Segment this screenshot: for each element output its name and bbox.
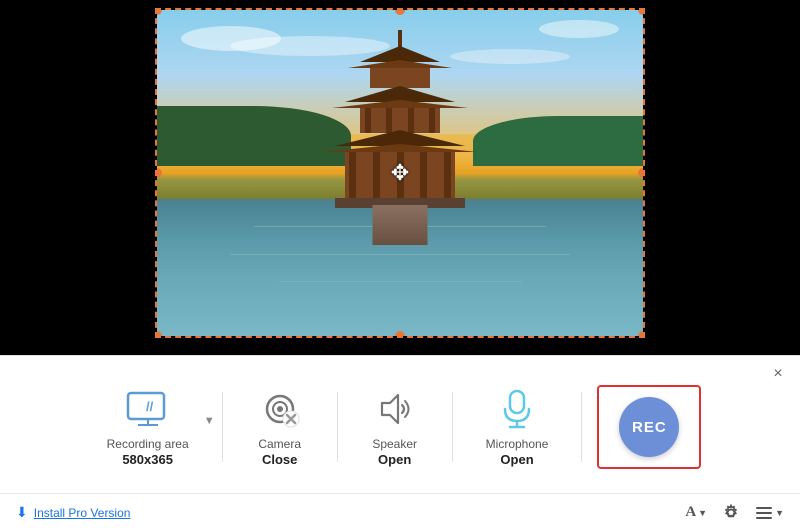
status-bar: ⬇ Install Pro Version A ▼ [0, 493, 800, 531]
menu-group[interactable]: ▼ [755, 505, 784, 521]
camera-control[interactable]: Camera Close [228, 377, 332, 477]
handle-bottom-center[interactable] [395, 331, 405, 338]
handle-bottom-right[interactable] [638, 331, 645, 338]
recording-area-control[interactable]: // Recording area 580x365 ▼ [79, 377, 217, 477]
camera-icon-wrapper [256, 385, 304, 433]
rec-label: REC [632, 419, 667, 436]
divider-2 [337, 392, 338, 462]
camera-icon [257, 389, 303, 429]
speaker-label: Speaker Open [372, 437, 417, 469]
rec-button-area: REC [597, 385, 701, 469]
speaker-control[interactable]: Speaker Open [343, 377, 447, 477]
microphone-control[interactable]: Microphone Open [458, 377, 577, 477]
download-icon: ⬇ [16, 504, 28, 521]
close-button[interactable]: × [768, 364, 788, 384]
recording-area-icon: // [124, 389, 172, 429]
speaker-icon [372, 389, 418, 429]
handle-middle-right[interactable] [638, 168, 645, 178]
text-icon: A [685, 504, 696, 521]
speaker-icon-wrapper [371, 385, 419, 433]
handle-bottom-left[interactable] [155, 331, 162, 338]
settings-icon [721, 503, 741, 523]
pagoda [320, 30, 480, 230]
status-bar-right: A ▼ ▼ [685, 503, 784, 523]
microphone-icon-wrapper [493, 385, 541, 433]
menu-dropdown-arrow: ▼ [775, 508, 784, 518]
microphone-label: Microphone Open [486, 437, 549, 469]
settings-button[interactable] [721, 503, 741, 523]
divider-4 [581, 392, 582, 462]
divider-3 [452, 392, 453, 462]
toolbar: × // Recording area 580x365 ▼ [0, 355, 800, 531]
rec-button[interactable]: REC [619, 397, 679, 457]
photo-background: ✥ [157, 10, 643, 336]
canvas-area: ✥ [0, 0, 800, 355]
text-tool-group[interactable]: A ▼ [685, 504, 707, 521]
menu-icon [755, 505, 773, 521]
recording-area-icon-wrapper: // [124, 385, 172, 433]
camera-label: Camera Close [258, 437, 301, 469]
recording-area-label: Recording area 580x365 [107, 437, 189, 469]
capture-frame[interactable]: ✥ [155, 8, 645, 338]
divider-1 [222, 392, 223, 462]
svg-text://: // [146, 399, 154, 414]
install-link[interactable]: Install Pro Version [34, 506, 131, 520]
handle-top-right[interactable] [638, 8, 645, 15]
trees-right [473, 116, 643, 166]
microphone-icon [497, 387, 537, 431]
dropdown-arrow-icon[interactable]: ▼ [204, 415, 215, 427]
text-dropdown-arrow: ▼ [698, 508, 707, 518]
controls-row: // Recording area 580x365 ▼ [0, 356, 800, 493]
